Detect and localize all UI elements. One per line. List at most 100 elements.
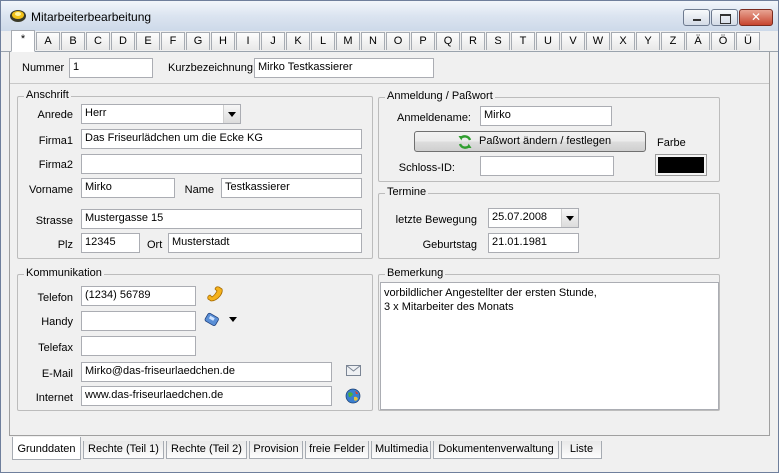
firma1-field[interactable]: Das Friseurlädchen um die Ecke KG xyxy=(81,129,362,149)
letter-tab[interactable]: E xyxy=(136,32,160,50)
letter-tab[interactable]: I xyxy=(236,32,260,50)
strasse-field[interactable]: Mustergasse 15 xyxy=(81,209,362,229)
letter-tab[interactable]: A xyxy=(36,32,60,50)
letter-tab[interactable]: F xyxy=(161,32,185,50)
letter-tab[interactable]: J xyxy=(261,32,285,50)
termine-group-label: Termine xyxy=(385,186,429,198)
title-bar: Mitarbeiterbearbeitung ✕ xyxy=(1,1,778,31)
email-label: E-Mail xyxy=(41,368,73,380)
letter-tab[interactable]: B xyxy=(61,32,85,50)
bottom-tab[interactable]: Provision xyxy=(249,441,303,459)
telefon-field[interactable]: (1234) 56789 xyxy=(81,286,196,306)
letter-tab[interactable]: W xyxy=(586,32,610,50)
geburtstag-label: Geburtstag xyxy=(422,239,477,251)
vorname-label: Vorname xyxy=(28,184,73,196)
email-field[interactable]: Mirko@das-friseurlaedchen.de xyxy=(81,362,332,382)
nummer-label: Nummer xyxy=(22,62,65,74)
letter-tab[interactable]: G xyxy=(186,32,210,50)
letzte-bewegung-value: 25.07.2008 xyxy=(492,211,548,223)
letter-tab[interactable]: N xyxy=(361,32,385,50)
letter-tab[interactable]: P xyxy=(411,32,435,50)
farbe-color-button[interactable] xyxy=(655,154,707,176)
kurzbezeichnung-field[interactable]: Mirko Testkassierer xyxy=(254,58,434,78)
refresh-icon xyxy=(458,135,472,149)
minimize-icon xyxy=(693,19,701,21)
schloss-id-field[interactable] xyxy=(480,156,614,176)
bottom-tab[interactable]: Grunddaten xyxy=(12,437,81,460)
letter-tab[interactable]: C xyxy=(86,32,110,50)
letter-tab[interactable]: O xyxy=(386,32,410,50)
bemerkung-line: 3 x Mitarbeiter des Monats xyxy=(384,301,514,313)
geburtstag-field[interactable]: 21.01.1981 xyxy=(488,233,579,253)
letter-tab[interactable]: U xyxy=(536,32,560,50)
bemerkung-group-label: Bemerkung xyxy=(385,267,446,279)
nummer-field[interactable]: 1 xyxy=(69,58,153,78)
farbe-color-swatch xyxy=(658,157,704,173)
letter-tab[interactable]: Ü xyxy=(736,32,760,50)
mail-icon[interactable] xyxy=(346,365,361,376)
firma2-field[interactable] xyxy=(81,154,362,174)
bottom-tab[interactable]: Rechte (Teil 2) xyxy=(166,441,247,459)
bottom-tab[interactable]: Liste xyxy=(561,441,602,459)
mobile-phone-icon[interactable] xyxy=(204,311,222,327)
close-button[interactable]: ✕ xyxy=(739,9,773,26)
ort-field[interactable]: Musterstadt xyxy=(168,233,362,253)
letter-tab[interactable]: Ö xyxy=(711,32,735,50)
vorname-field[interactable]: Mirko xyxy=(81,178,175,198)
maximize-button[interactable] xyxy=(711,9,738,26)
bottom-tab[interactable]: freie Felder xyxy=(305,441,369,459)
letter-tab[interactable]: M xyxy=(336,32,360,50)
window-title: Mitarbeiterbearbeitung xyxy=(31,10,152,24)
letter-tab[interactable]: S xyxy=(486,32,510,50)
telefax-label: Telefax xyxy=(38,342,73,354)
telefon-label: Telefon xyxy=(37,292,73,304)
letter-tab[interactable]: Q xyxy=(436,32,460,50)
anmeldung-group-label: Anmeldung / Paßwort xyxy=(385,90,495,102)
bottom-tab[interactable]: Rechte (Teil 1) xyxy=(83,441,164,459)
plz-field[interactable]: 12345 xyxy=(81,233,140,253)
letter-tab[interactable]: R xyxy=(461,32,485,50)
plz-label: Plz xyxy=(57,239,73,251)
chevron-down-icon xyxy=(566,216,574,221)
main-window: Mitarbeiterbearbeitung ✕ Nummer 1 Kurzbe… xyxy=(0,0,779,473)
schloss-id-label: Schloss-ID: xyxy=(398,162,455,174)
letter-tab[interactable]: X xyxy=(611,32,635,50)
letter-tab[interactable]: L xyxy=(311,32,335,50)
phone-icon[interactable] xyxy=(206,286,224,302)
letzte-bewegung-dropdown-arrow[interactable] xyxy=(561,209,578,227)
firma1-label: Firma1 xyxy=(38,135,73,147)
letter-tab[interactable]: K xyxy=(286,32,310,50)
anrede-dropdown-arrow[interactable] xyxy=(223,105,240,123)
anmeldename-field[interactable]: Mirko xyxy=(480,106,612,126)
firma2-label: Firma2 xyxy=(38,159,73,171)
letter-tab[interactable]: * xyxy=(11,30,35,52)
telefax-field[interactable] xyxy=(81,336,196,356)
anrede-value: Herr xyxy=(85,107,107,119)
letter-tab[interactable]: Ä xyxy=(686,32,710,50)
letter-tab[interactable]: D xyxy=(111,32,135,50)
globe-icon[interactable] xyxy=(345,388,361,404)
bottom-tab[interactable]: Multimedia xyxy=(371,441,431,459)
minimize-button[interactable] xyxy=(683,9,710,26)
handy-field[interactable] xyxy=(81,311,196,331)
close-icon: ✕ xyxy=(751,10,762,24)
bottom-tab[interactable]: Dokumentenverwaltung xyxy=(433,441,559,459)
kurzbezeichnung-label: Kurzbezeichnung xyxy=(168,62,254,74)
internet-field[interactable]: www.das-friseurlaedchen.de xyxy=(81,386,332,406)
anrede-dropdown[interactable]: Herr xyxy=(81,104,241,124)
ort-label: Ort xyxy=(147,239,163,251)
letter-tab[interactable]: Z xyxy=(661,32,685,50)
letzte-bewegung-datepicker[interactable]: 25.07.2008 xyxy=(488,208,579,228)
letter-tab[interactable]: V xyxy=(561,32,585,50)
passwort-aendern-button[interactable]: Paßwort ändern / festlegen xyxy=(414,131,646,152)
app-icon xyxy=(10,10,26,22)
bemerkung-textarea[interactable]: vorbildlicher Angestellter der ersten St… xyxy=(380,282,719,410)
name-field[interactable]: Testkassierer xyxy=(221,178,362,198)
letter-tab[interactable]: H xyxy=(211,32,235,50)
bemerkung-line: vorbildlicher Angestellter der ersten St… xyxy=(384,287,597,299)
letter-tab[interactable]: T xyxy=(511,32,535,50)
strasse-label: Strasse xyxy=(35,215,73,227)
letter-tab[interactable]: Y xyxy=(636,32,660,50)
handy-menu-chevron-icon[interactable] xyxy=(229,317,237,322)
handy-label: Handy xyxy=(41,316,73,328)
